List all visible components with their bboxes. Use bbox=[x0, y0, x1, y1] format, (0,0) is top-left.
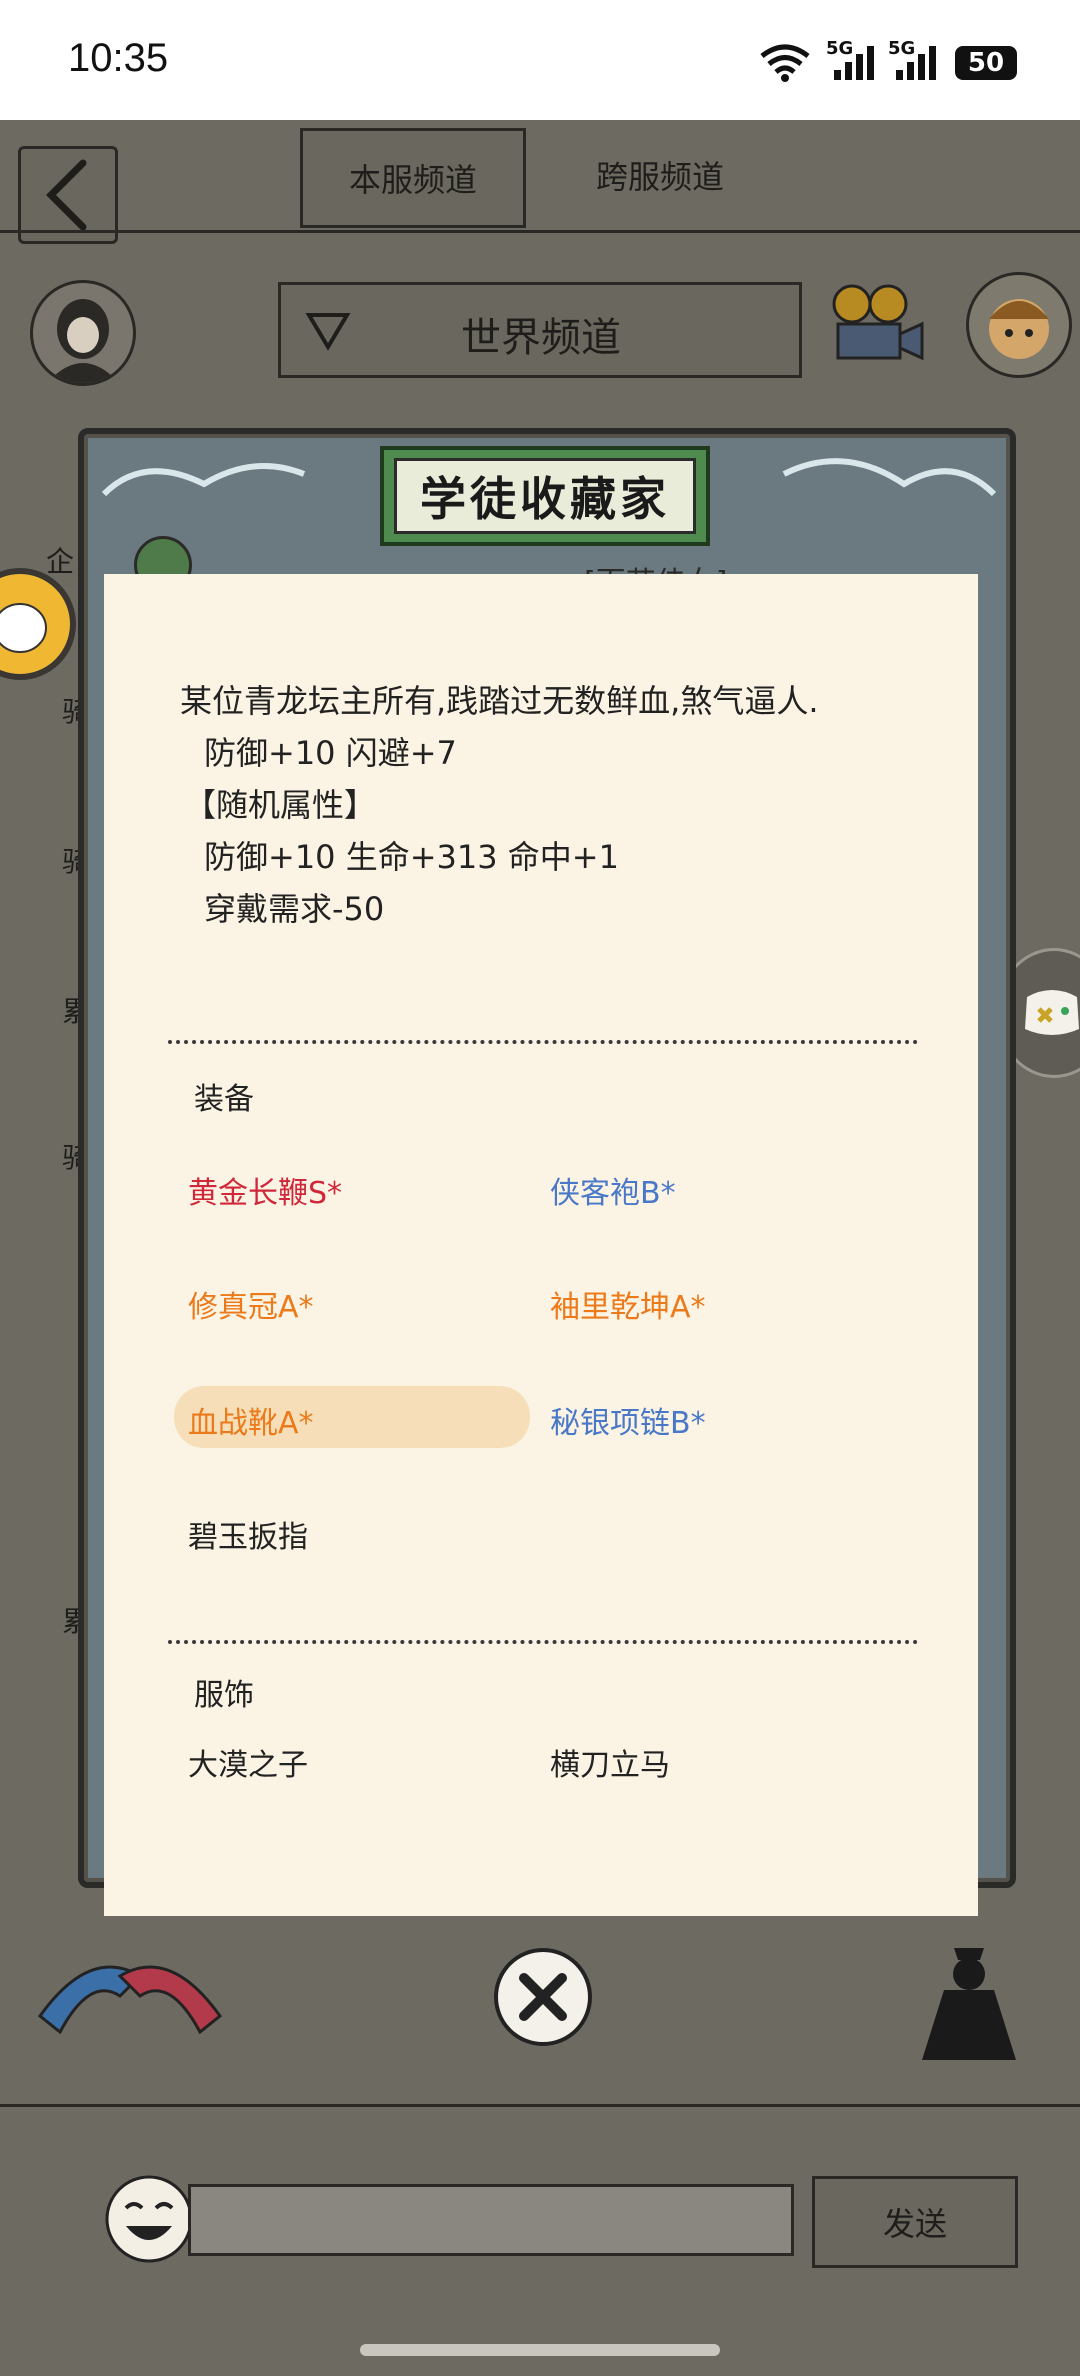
channel-name: 世界频道 bbox=[461, 315, 621, 361]
video-camera-icon[interactable] bbox=[828, 282, 928, 366]
clothing-section-label: 服饰 bbox=[194, 1678, 254, 1713]
equipment-item[interactable]: 修真冠A* bbox=[188, 1282, 314, 1326]
wear-requirement: 穿戴需求-50 bbox=[204, 890, 385, 928]
status-bar: 10:35 5G 5G 50 bbox=[0, 0, 1080, 120]
gamepad-icon bbox=[1025, 990, 1079, 1035]
floating-assistant-button[interactable] bbox=[0, 568, 76, 680]
triangle-down-icon bbox=[305, 313, 351, 351]
equipment-section-label: 装备 bbox=[194, 1082, 254, 1117]
duel-icon[interactable] bbox=[30, 1936, 230, 2040]
equipment-item[interactable]: 血战靴A* bbox=[188, 1398, 314, 1442]
chat-bar: 发送 bbox=[0, 2104, 1080, 2376]
character-portrait-icon bbox=[47, 299, 119, 383]
equipment-item[interactable]: 侠客袍B* bbox=[550, 1168, 676, 1212]
tab-label: 跨服频道 bbox=[595, 158, 724, 196]
equipment-item[interactable]: 袖里乾坤A* bbox=[550, 1282, 706, 1326]
random-stats: 防御+10 生命+313 命中+1 bbox=[204, 838, 619, 876]
random-attr-label: 【随机属性】 bbox=[184, 786, 377, 824]
dotted-divider bbox=[168, 1640, 918, 1644]
tab-label: 本服频道 bbox=[348, 161, 477, 199]
cartoon-face-icon bbox=[989, 299, 1049, 359]
item-detail-card: 某位青龙坛主所有,践踏过无数鲜血,煞气逼人. 防御+10 闪避+7 【随机属性】… bbox=[104, 574, 978, 1916]
send-button[interactable]: 发送 bbox=[812, 2176, 1018, 2268]
base-stats: 防御+10 闪避+7 bbox=[204, 734, 457, 772]
equipment-item[interactable]: 秘银项链B* bbox=[550, 1398, 706, 1442]
close-button[interactable] bbox=[494, 1948, 592, 2046]
equipment-item[interactable]: 碧玉扳指 bbox=[188, 1512, 308, 1556]
header-divider bbox=[0, 230, 1080, 233]
chat-input[interactable] bbox=[188, 2184, 794, 2256]
clock: 10:35 bbox=[68, 36, 169, 80]
clothing-item[interactable]: 横刀立马 bbox=[550, 1740, 670, 1784]
emoji-icon[interactable] bbox=[104, 2174, 194, 2264]
home-indicator[interactable] bbox=[360, 2344, 720, 2356]
equipment-item[interactable]: 黄金长鞭S* bbox=[188, 1168, 342, 1212]
battery-indicator: 50 bbox=[955, 46, 1017, 80]
avatar[interactable] bbox=[30, 280, 136, 386]
wifi-icon bbox=[760, 44, 810, 82]
cell-signal-icon-2 bbox=[896, 46, 936, 80]
meditation-icon[interactable] bbox=[904, 1940, 1034, 2068]
channel-selector[interactable]: 世界频道 bbox=[278, 282, 802, 378]
dialog-title: 学徒收藏家 bbox=[394, 458, 696, 534]
close-icon bbox=[519, 1973, 567, 2021]
send-label: 发送 bbox=[882, 2205, 947, 2243]
avatar-right[interactable] bbox=[966, 272, 1072, 378]
chat-divider bbox=[0, 2104, 1080, 2107]
dotted-divider bbox=[168, 1040, 918, 1044]
back-arrow-icon bbox=[46, 159, 87, 231]
cell-signal-icon bbox=[834, 46, 874, 80]
item-description: 某位青龙坛主所有,践踏过无数鲜血,煞气逼人. bbox=[180, 682, 819, 720]
dialog-title-plate: 学徒收藏家 bbox=[380, 446, 710, 546]
mascot-icon bbox=[0, 603, 47, 653]
clothing-item[interactable]: 大漠之子 bbox=[188, 1740, 308, 1784]
tab-local-server[interactable]: 本服频道 bbox=[300, 128, 526, 228]
tab-cross-server[interactable]: 跨服频道 bbox=[560, 128, 760, 222]
